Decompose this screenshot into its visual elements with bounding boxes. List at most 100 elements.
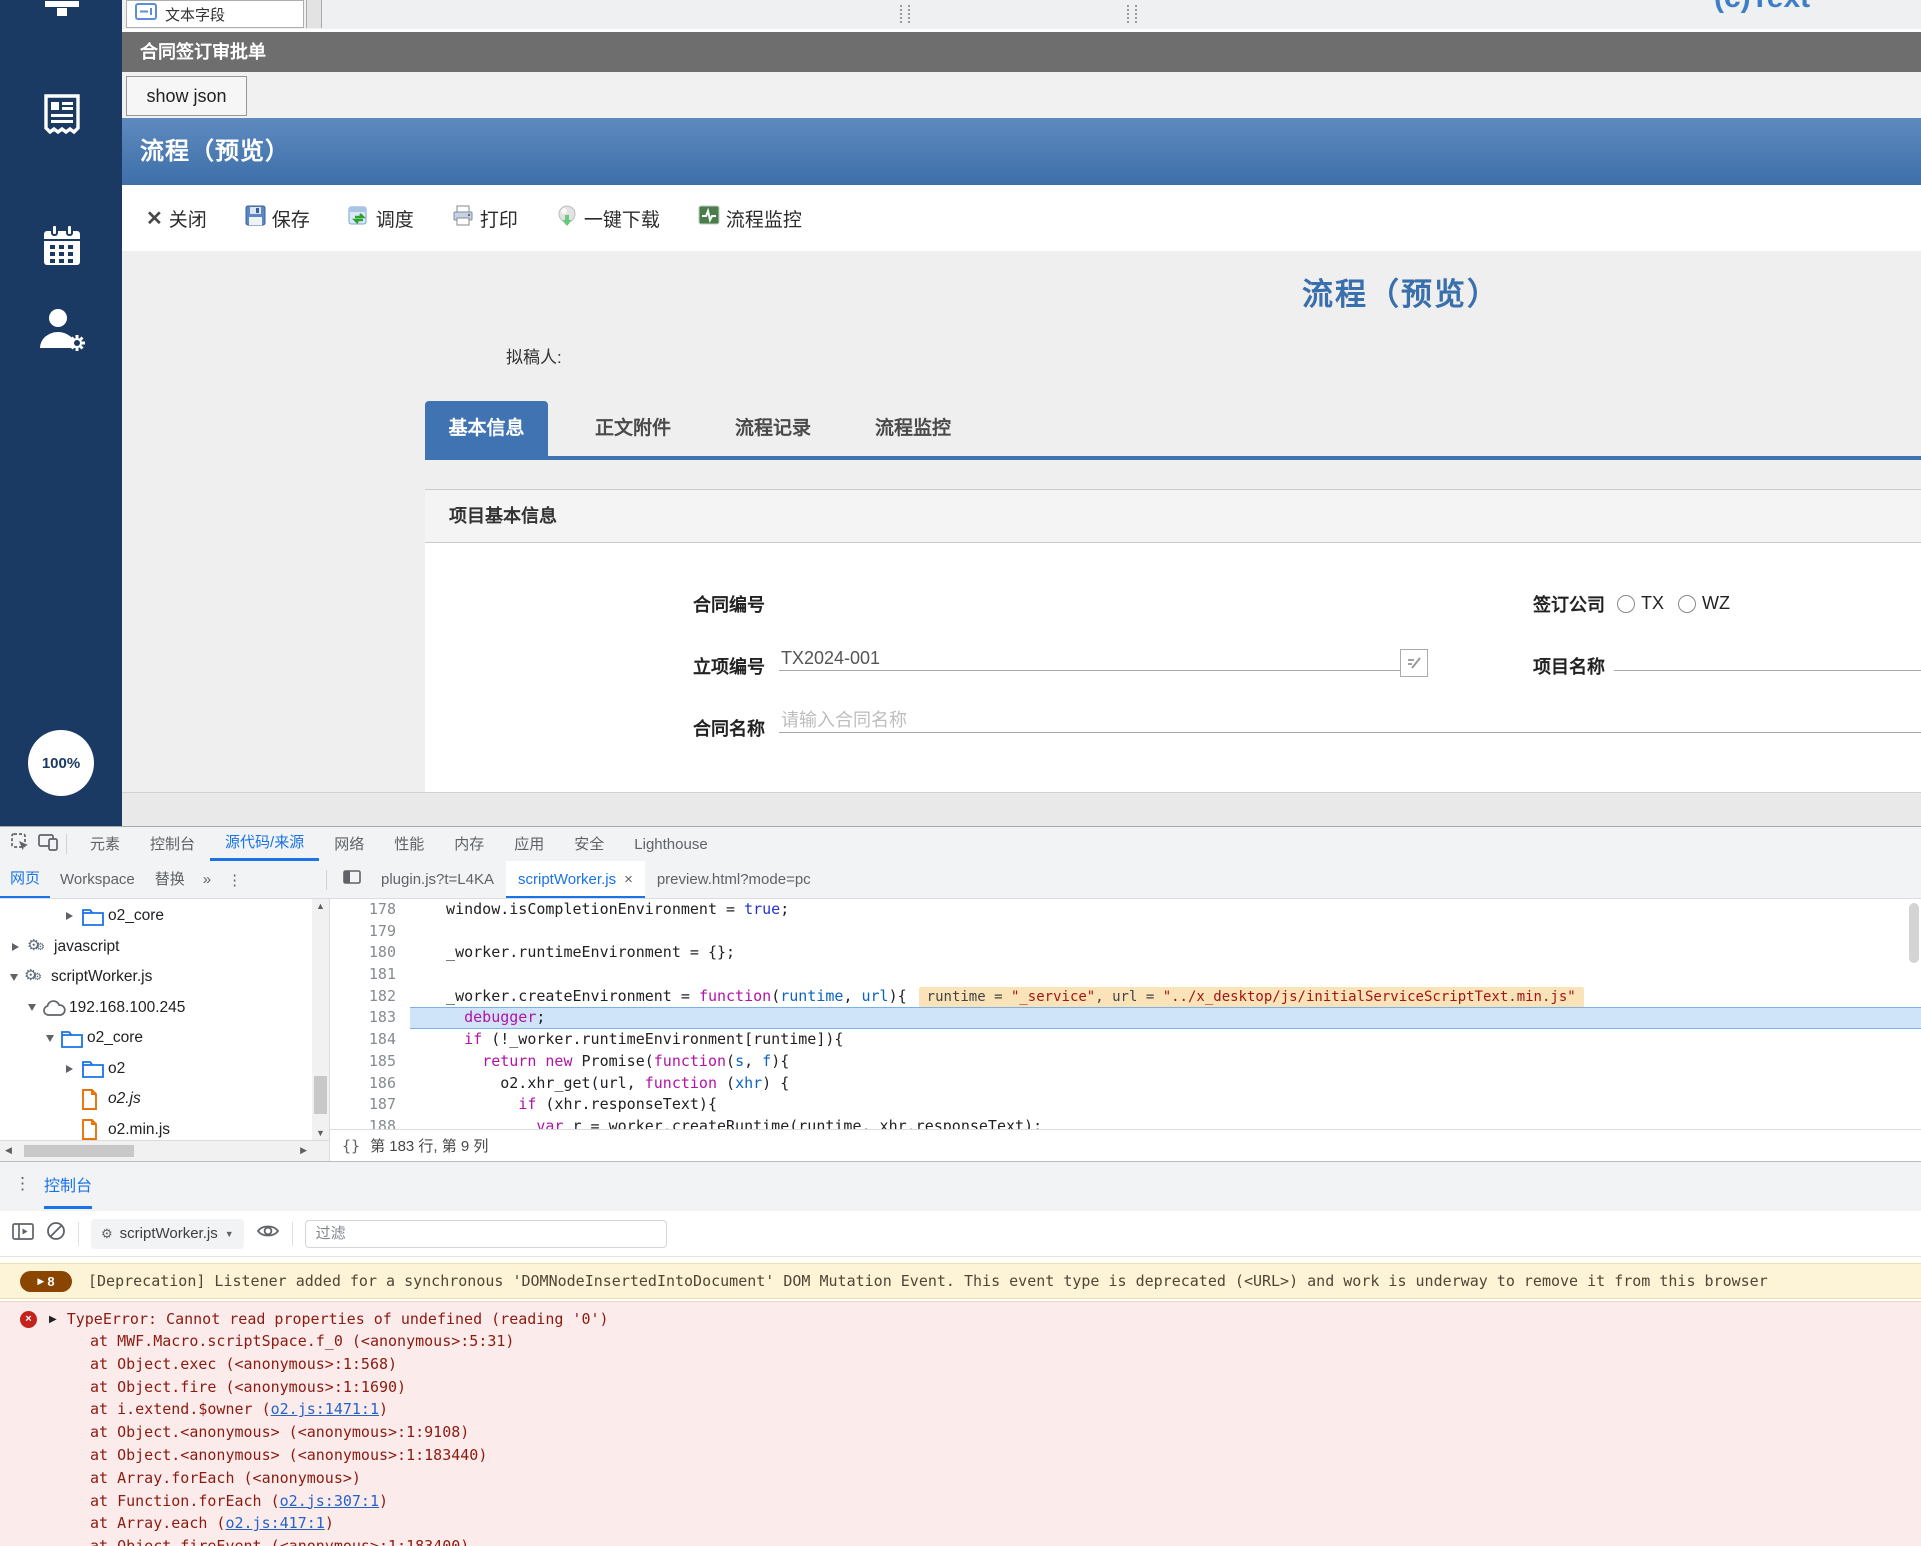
- devtools-tab-console[interactable]: 控制台: [135, 829, 210, 860]
- tree-item-o2_core[interactable]: o2_core: [0, 901, 312, 932]
- drawer-tab-console[interactable]: 控制台: [44, 1172, 93, 1209]
- navigator-tab-workspace[interactable]: Workspace: [50, 863, 145, 897]
- project-no-picker[interactable]: [1400, 649, 1428, 677]
- device-toolbar-icon[interactable]: [38, 833, 58, 856]
- collapse-sidebar-icon[interactable]: [343, 870, 361, 889]
- devtools-tab-application[interactable]: 应用: [499, 829, 559, 860]
- tree-item-o2_core[interactable]: o2_core: [0, 1023, 312, 1054]
- scrollbar-thumb[interactable]: [24, 1145, 134, 1157]
- devtools-tab-sources[interactable]: 源代码/来源: [210, 827, 320, 861]
- scrollbar-thumb[interactable]: [314, 1076, 327, 1114]
- calendar-icon[interactable]: [39, 224, 85, 272]
- splitter-handle[interactable]: [1127, 5, 1137, 23]
- tree-item-192.168.100.245[interactable]: 192.168.100.245: [0, 993, 312, 1024]
- tab-process-monitor[interactable]: 流程监控: [858, 401, 968, 456]
- section-header: 项目基本信息: [425, 489, 1921, 543]
- disclosure-right-icon[interactable]: [66, 1064, 73, 1073]
- tree-vertical-scrollbar[interactable]: ▲ ▼: [312, 899, 329, 1141]
- drawer-kebab-icon[interactable]: ⋮: [14, 1174, 32, 1194]
- js-context-selector[interactable]: ⚙ scriptWorker.js ▼: [91, 1218, 244, 1249]
- tree-item-o2[interactable]: o2: [0, 1054, 312, 1085]
- live-expression-eye-icon[interactable]: [256, 1222, 280, 1245]
- podium-icon[interactable]: [39, 0, 85, 16]
- line-number-180[interactable]: 180: [330, 942, 410, 964]
- contract-name-input[interactable]: [779, 709, 1921, 733]
- editor-scrollbar-thumb[interactable]: [1909, 903, 1919, 963]
- line-number-179[interactable]: 179: [330, 921, 410, 943]
- debug-row: show json: [122, 72, 1921, 118]
- tree-item-scriptWorker.js[interactable]: ⚙ ⚙ scriptWorker.js: [0, 962, 312, 993]
- devtools-tab-security[interactable]: 安全: [559, 829, 619, 860]
- schedule-icon: [348, 205, 370, 232]
- navigator-tab-overrides[interactable]: 替换: [145, 863, 195, 897]
- tree-item-javascript[interactable]: ⚙ ⚙ javascript: [0, 932, 312, 963]
- splitter-handle[interactable]: [900, 5, 910, 23]
- file-tab-scriptworker[interactable]: scriptWorker.js ×: [506, 861, 645, 898]
- file-tab-plugin[interactable]: plugin.js?t=L4KA: [369, 861, 506, 898]
- navigator-kebab-icon[interactable]: ⋮: [219, 871, 250, 889]
- project-no-input[interactable]: [779, 647, 1400, 671]
- devtools-tab-memory[interactable]: 内存: [439, 829, 499, 860]
- line-number-183[interactable]: 183: [330, 1007, 410, 1029]
- more-tabs-chevron[interactable]: »: [195, 871, 219, 888]
- screen: 100% 文本字段 (c)Text 合同签订审批单 show json 流程（预…: [0, 0, 1921, 1546]
- panel-scrollbar[interactable]: [306, 0, 322, 28]
- console-drawer: ⋮ 控制台 ⚙ scriptWorker.js ▼ 过滤 ▶ 8 [Deprec…: [0, 1161, 1921, 1546]
- cloud-icon: [42, 999, 69, 1017]
- source-link[interactable]: o2.js:1471:1: [271, 1400, 379, 1418]
- file-tab-preview[interactable]: preview.html?mode=pc: [645, 861, 823, 898]
- console-sidebar-icon[interactable]: [12, 1222, 34, 1245]
- schedule-button[interactable]: 调度: [348, 205, 414, 232]
- devtools-tab-lighthouse[interactable]: Lighthouse: [619, 829, 722, 860]
- clear-console-icon[interactable]: [46, 1221, 66, 1246]
- line-number-185[interactable]: 185: [330, 1051, 410, 1073]
- tree-item-o2.js[interactable]: o2.js: [0, 1084, 312, 1115]
- source-link[interactable]: o2.js:417:1: [225, 1514, 324, 1532]
- scroll-right-icon[interactable]: ▶: [300, 1146, 307, 1155]
- warning-count-badge[interactable]: ▶ 8: [20, 1270, 72, 1292]
- close-tab-icon[interactable]: ×: [624, 861, 633, 898]
- line-number-181[interactable]: 181: [330, 964, 410, 986]
- tab-process-record[interactable]: 流程记录: [718, 401, 828, 456]
- folder-icon: [60, 1029, 87, 1048]
- tab-attachments[interactable]: 正文附件: [578, 401, 688, 456]
- download-all-button[interactable]: 一键下载: [556, 205, 660, 232]
- devtools-tab-elements[interactable]: 元素: [75, 829, 135, 860]
- disclosure-right-icon[interactable]: [12, 942, 19, 951]
- tree-horizontal-scrollbar[interactable]: ◀ ▶: [0, 1140, 329, 1161]
- receipt-icon[interactable]: [39, 92, 85, 141]
- line-number-178[interactable]: 178: [330, 899, 410, 921]
- devtools-tab-performance[interactable]: 性能: [379, 829, 439, 860]
- tab-basic-info[interactable]: 基本信息: [425, 401, 548, 456]
- close-button[interactable]: ✕ 关闭: [146, 205, 207, 232]
- disclosure-down-icon[interactable]: [46, 1034, 54, 1042]
- radio-tx[interactable]: [1617, 594, 1635, 613]
- disclosure-right-icon[interactable]: [66, 912, 73, 921]
- line-number-188[interactable]: 188: [330, 1116, 410, 1129]
- scroll-up-icon[interactable]: ▲: [316, 902, 325, 911]
- user-settings-icon[interactable]: [36, 306, 88, 359]
- line-number-187[interactable]: 187: [330, 1094, 410, 1116]
- save-icon: [245, 205, 266, 232]
- devtools-tab-network[interactable]: 网络: [319, 829, 379, 860]
- radio-wz[interactable]: [1678, 594, 1697, 613]
- line-number-186[interactable]: 186: [330, 1073, 410, 1095]
- disclosure-down-icon[interactable]: [10, 973, 18, 981]
- error-expander-icon[interactable]: ▶: [49, 1314, 57, 1325]
- navigator-tab-page[interactable]: 网页: [0, 862, 51, 898]
- source-link[interactable]: o2.js:307:1: [280, 1492, 379, 1510]
- scroll-down-icon[interactable]: ▼: [316, 1129, 325, 1138]
- disclosure-down-icon[interactable]: [28, 1004, 36, 1012]
- scroll-left-icon[interactable]: ◀: [5, 1146, 12, 1155]
- line-number-184[interactable]: 184: [330, 1029, 410, 1051]
- inspect-icon[interactable]: [10, 832, 30, 857]
- print-button[interactable]: 打印: [452, 205, 518, 232]
- save-button[interactable]: 保存: [245, 205, 310, 232]
- field-palette-item[interactable]: 文本字段: [126, 0, 304, 28]
- project-name-input[interactable]: [1614, 647, 1921, 671]
- process-monitor-button[interactable]: 流程监控: [698, 205, 802, 232]
- line-number-182[interactable]: 182: [330, 986, 410, 1008]
- braces-icon[interactable]: {}: [342, 1137, 360, 1155]
- console-filter-input[interactable]: [304, 1219, 667, 1248]
- show-json-button[interactable]: show json: [126, 76, 247, 116]
